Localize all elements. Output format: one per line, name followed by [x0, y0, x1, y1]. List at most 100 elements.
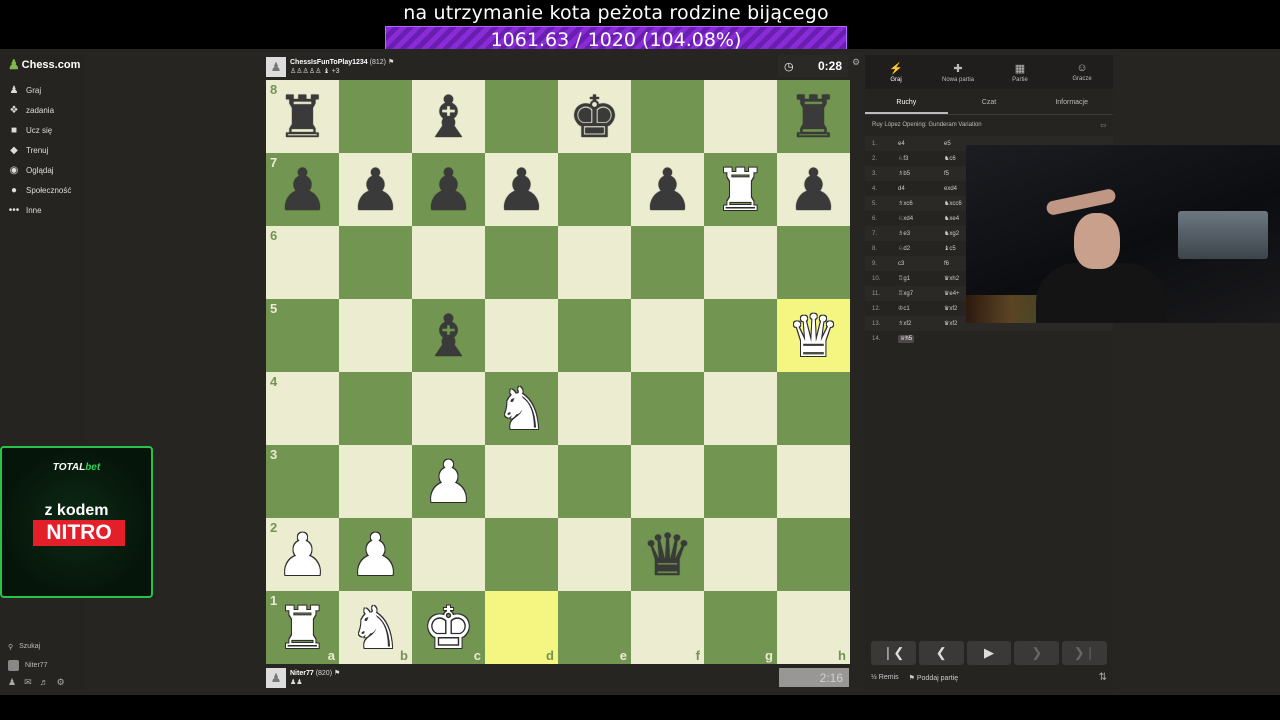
square-f5[interactable]: [631, 299, 704, 372]
square-g3[interactable]: [704, 445, 777, 518]
bottom-player-name[interactable]: Niter77: [290, 670, 314, 677]
square-e8[interactable]: ♚: [558, 80, 631, 153]
white-rook-icon[interactable]: ♜: [277, 599, 329, 657]
white-queen-icon[interactable]: ♛: [788, 307, 840, 365]
sidebar-item-0[interactable]: ♟ Graj: [8, 80, 71, 100]
top-player-avatar[interactable]: ♟: [266, 57, 286, 77]
square-c6[interactable]: [412, 226, 485, 299]
square-b2[interactable]: ♟: [339, 518, 412, 591]
square-c5[interactable]: ♝: [412, 299, 485, 372]
sidebar-search[interactable]: ⚲ Szukaj: [8, 637, 65, 656]
white-move[interactable]: ♗xc6: [898, 200, 944, 207]
square-c2[interactable]: [412, 518, 485, 591]
square-a6[interactable]: 6: [266, 226, 339, 299]
square-d4[interactable]: ♞: [485, 372, 558, 445]
square-b4[interactable]: [339, 372, 412, 445]
sidebar-item-4[interactable]: ◉ Oglądaj: [8, 160, 71, 180]
prev-move-button[interactable]: ❮: [918, 641, 964, 665]
black-pawn-icon[interactable]: ♟: [277, 161, 329, 219]
next-move-button[interactable]: ❯: [1014, 641, 1060, 665]
square-b7[interactable]: ♟: [339, 153, 412, 226]
white-move[interactable]: d4: [898, 186, 944, 192]
white-knight-icon[interactable]: ♞: [350, 599, 402, 657]
square-h4[interactable]: [777, 372, 850, 445]
white-pawn-icon[interactable]: ♟: [277, 526, 329, 584]
subtab-0[interactable]: Ruchy: [865, 93, 948, 114]
black-king-icon[interactable]: ♚: [569, 88, 621, 146]
square-f3[interactable]: [631, 445, 704, 518]
black-pawn-icon[interactable]: ♟: [788, 161, 840, 219]
square-a7[interactable]: 7 ♟: [266, 153, 339, 226]
square-f8[interactable]: [631, 80, 704, 153]
white-move[interactable]: ♔c1: [898, 305, 944, 312]
square-d6[interactable]: [485, 226, 558, 299]
square-g6[interactable]: [704, 226, 777, 299]
square-e5[interactable]: [558, 299, 631, 372]
white-move[interactable]: ♗b5: [898, 170, 944, 177]
draw-button[interactable]: ½ Remis: [871, 674, 899, 681]
notifications-icon[interactable]: ♬: [40, 677, 49, 688]
square-h6[interactable]: [777, 226, 850, 299]
white-move[interactable]: ♗e3: [898, 230, 944, 237]
square-g7[interactable]: ♜: [704, 153, 777, 226]
white-move[interactable]: ♘f3: [898, 155, 944, 162]
square-f7[interactable]: ♟: [631, 153, 704, 226]
first-move-button[interactable]: ❘❮: [871, 641, 916, 665]
sidebar-item-2[interactable]: ■ Ucz się: [8, 120, 71, 140]
square-b1[interactable]: b ♞: [339, 591, 412, 664]
square-g5[interactable]: [704, 299, 777, 372]
white-knight-icon[interactable]: ♞: [496, 380, 548, 438]
white-move[interactable]: ♕h5: [898, 335, 944, 343]
square-a3[interactable]: 3: [266, 445, 339, 518]
square-a1[interactable]: 1 a ♜: [266, 591, 339, 664]
subtab-2[interactable]: Informacje: [1030, 93, 1113, 114]
chess-board[interactable]: 8 ♜ ♝ ♚ ♜ 7 ♟ ♟ ♟ ♟ ♟ ♜ ♟ 6 5 ♝ ♛ 4 ♞ 3 ♟ 2 ♟ ♟ ♛ 1 a ♜ b ♞ c ♚ d e f g h: [266, 80, 850, 664]
square-f4[interactable]: [631, 372, 704, 445]
square-h7[interactable]: ♟: [777, 153, 850, 226]
square-d7[interactable]: ♟: [485, 153, 558, 226]
sidebar-item-3[interactable]: ◆ Trenuj: [8, 140, 71, 160]
black-bishop-icon[interactable]: ♝: [423, 88, 475, 146]
square-g2[interactable]: [704, 518, 777, 591]
white-move[interactable]: ♗xf2: [898, 320, 944, 327]
sidebar-item-6[interactable]: ••• Inne: [8, 200, 71, 220]
white-move[interactable]: c3: [898, 261, 944, 267]
black-rook-icon[interactable]: ♜: [788, 88, 840, 146]
square-h1[interactable]: h: [777, 591, 850, 664]
tab-3[interactable]: ☺ Gracze: [1051, 55, 1113, 89]
square-a5[interactable]: 5: [266, 299, 339, 372]
white-pawn-icon[interactable]: ♟: [350, 526, 402, 584]
square-g4[interactable]: [704, 372, 777, 445]
black-pawn-icon[interactable]: ♟: [496, 161, 548, 219]
square-b6[interactable]: [339, 226, 412, 299]
square-c4[interactable]: [412, 372, 485, 445]
resign-button[interactable]: ⚑ Poddaj partię: [909, 674, 959, 682]
tab-2[interactable]: ▦ Partie: [989, 55, 1051, 89]
square-b8[interactable]: [339, 80, 412, 153]
opening-name[interactable]: Ruy López Opening: Gunderam Variation: [872, 122, 982, 131]
chesscom-logo[interactable]: ♟ Chess.com: [8, 57, 80, 73]
sidebar-user[interactable]: Niter77: [8, 656, 65, 675]
subtab-1[interactable]: Czat: [948, 93, 1031, 114]
black-rook-icon[interactable]: ♜: [277, 88, 329, 146]
trash-icon[interactable]: ▭: [1100, 122, 1106, 131]
square-h3[interactable]: [777, 445, 850, 518]
top-player-name[interactable]: ChessIsFunToPlay1234: [290, 59, 368, 66]
square-f6[interactable]: [631, 226, 704, 299]
white-pawn-icon[interactable]: ♟: [423, 453, 475, 511]
square-h8[interactable]: ♜: [777, 80, 850, 153]
square-a2[interactable]: 2 ♟: [266, 518, 339, 591]
play-button[interactable]: ▶: [966, 641, 1012, 665]
square-f1[interactable]: f: [631, 591, 704, 664]
square-g1[interactable]: g: [704, 591, 777, 664]
square-c1[interactable]: c ♚: [412, 591, 485, 664]
sidebar-item-5[interactable]: ● Społeczność: [8, 180, 71, 200]
square-c8[interactable]: ♝: [412, 80, 485, 153]
square-h5[interactable]: ♛: [777, 299, 850, 372]
settings-gear-icon[interactable]: ⚙: [57, 677, 65, 688]
square-d8[interactable]: [485, 80, 558, 153]
board-settings-gear-icon[interactable]: ⚙: [852, 57, 860, 68]
square-e6[interactable]: [558, 226, 631, 299]
square-f2[interactable]: ♛: [631, 518, 704, 591]
square-c3[interactable]: ♟: [412, 445, 485, 518]
